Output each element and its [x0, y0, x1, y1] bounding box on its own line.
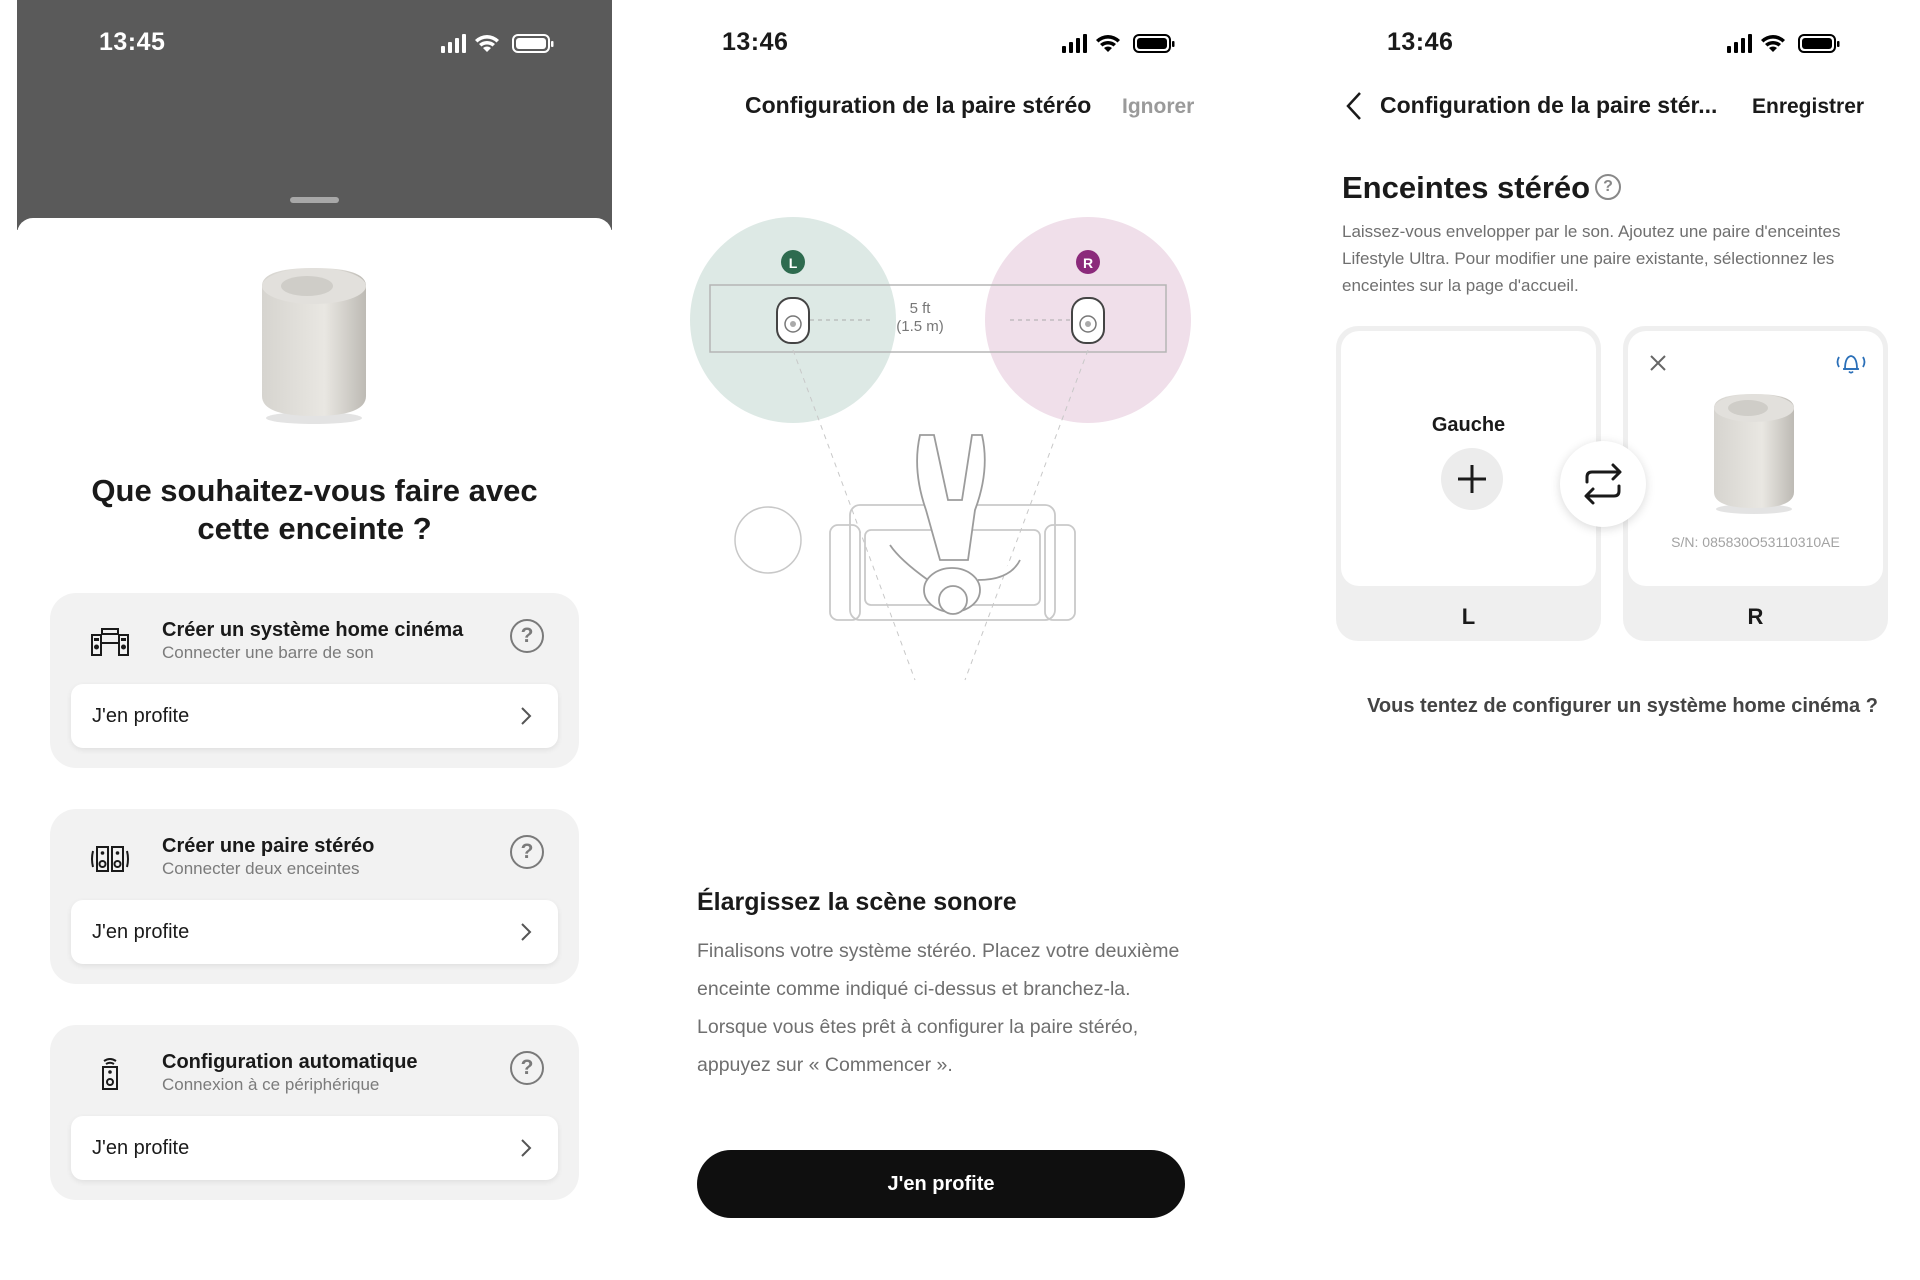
close-icon[interactable]: [1648, 353, 1668, 373]
speaker-auto-icon: [102, 1058, 118, 1090]
option-button-label: J'en profite: [92, 1137, 190, 1159]
help-icon[interactable]: ?: [510, 835, 544, 869]
status-bar: 13:45: [17, 0, 612, 90]
option-card-auto-config: Configuration automatique Connexion à ce…: [50, 1025, 579, 1200]
option-title: Configuration automatique: [162, 1051, 418, 1073]
screen-stereo-speakers: 13:46 Configuration de la paire stér... …: [1325, 0, 1920, 1280]
home-theater-link[interactable]: Vous tentez de configurer un système hom…: [1325, 695, 1920, 718]
chevron-right-icon: [521, 1139, 532, 1157]
screen-stereo-pair-setup: 13:46 Configuration de la paire stéréo I…: [660, 0, 1250, 1280]
status-icons: [1062, 34, 1175, 53]
right-speaker-icon: [1071, 297, 1105, 344]
section-heading: Élargissez la scène sonore: [697, 888, 1017, 916]
option-subtitle: Connecter deux enceintes: [162, 859, 360, 878]
option-title: Créer un système home cinéma: [162, 619, 464, 641]
placeholder-circle: [734, 506, 802, 574]
page-title: Configuration de la paire stér...: [1380, 92, 1718, 118]
right-badge-label: R: [1082, 255, 1094, 271]
status-icons: [441, 34, 554, 53]
stereo-placement-diagram: [690, 217, 1191, 681]
left-speaker-icon: [776, 297, 810, 344]
option-button-auto-config[interactable]: J'en profite: [71, 1116, 558, 1180]
option-subtitle: Connecter une barre de son: [162, 643, 374, 662]
add-speaker-button[interactable]: [1441, 448, 1503, 510]
section-body: Laissez-vous envelopper par le son. Ajou…: [1342, 222, 1841, 295]
chevron-right-icon: [521, 923, 532, 941]
option-button-label: J'en profite: [92, 705, 190, 727]
identify-bell-icon[interactable]: [1834, 351, 1868, 375]
right-letter: R: [1747, 604, 1764, 629]
distance-label: 5 ft (1.5 m): [893, 300, 947, 336]
help-icon[interactable]: ?: [510, 619, 544, 653]
option-subtitle: Connexion à ce périphérique: [162, 1075, 380, 1094]
status-bar: 13:46: [1325, 0, 1920, 90]
option-button-stereo-pair[interactable]: J'en profite: [71, 900, 558, 964]
swap-speakers-button[interactable]: [1560, 441, 1646, 527]
status-time: 13:46: [722, 28, 789, 56]
distance-m: (1.5 m): [896, 318, 944, 335]
sheet-grabber[interactable]: [290, 197, 339, 203]
help-icon[interactable]: ?: [1595, 174, 1621, 200]
section-body: Finalisons votre système stéréo. Placez …: [697, 940, 1180, 1076]
section-heading: Enceintes stéréo: [1342, 170, 1591, 205]
left-letter: L: [1461, 604, 1476, 629]
distance-ft: 5 ft: [909, 300, 931, 317]
option-button-home-theater[interactable]: J'en profite: [71, 684, 558, 748]
screen-speaker-action-sheet: 13:45 Que souhaitez-vous faire avec cett…: [17, 0, 612, 1280]
option-card-home-theater: Créer un système home cinéma Connecter u…: [50, 593, 579, 768]
swap-icon: [1584, 463, 1622, 505]
stereo-pair-icon: [91, 846, 129, 872]
start-button[interactable]: J'en profite: [697, 1150, 1185, 1218]
sheet-question: Que souhaitez-vous faire avec cette ence…: [91, 473, 538, 546]
speaker-image: [262, 268, 366, 424]
help-icon[interactable]: ?: [510, 1051, 544, 1085]
left-slot-label: Gauche: [1431, 414, 1506, 436]
status-time: 13:45: [99, 28, 166, 56]
chevron-right-icon: [521, 707, 532, 725]
left-slot-card[interactable]: Gauche: [1341, 331, 1596, 586]
back-chevron-icon[interactable]: [1345, 90, 1363, 122]
status-bar: 13:46: [660, 0, 1250, 90]
option-title: Créer une paire stéréo: [162, 835, 375, 857]
save-button[interactable]: Enregistrer: [1752, 95, 1864, 119]
right-speaker-slot[interactable]: S/N: 085830O53110310AE R: [1623, 326, 1888, 641]
person-illustration: [889, 434, 1021, 615]
option-card-stereo-pair: Créer une paire stéréo Connecter deux en…: [50, 809, 579, 984]
status-time: 13:46: [1387, 28, 1454, 56]
option-button-label: J'en profite: [92, 921, 190, 943]
serial-number: S/N: 085830O53110310AE: [1671, 534, 1840, 550]
left-badge-label: L: [788, 255, 798, 271]
bottom-sheet: Que souhaitez-vous faire avec cette ence…: [17, 218, 612, 1280]
plus-icon: [1458, 465, 1486, 493]
home-theater-icon: [91, 628, 129, 656]
page-title: Configuration de la paire stéréo: [745, 92, 1092, 118]
speaker-image: [1714, 394, 1794, 514]
right-slot-card[interactable]: S/N: 085830O53110310AE: [1628, 331, 1883, 586]
status-icons: [1727, 34, 1840, 53]
skip-button[interactable]: Ignorer: [1122, 95, 1194, 119]
